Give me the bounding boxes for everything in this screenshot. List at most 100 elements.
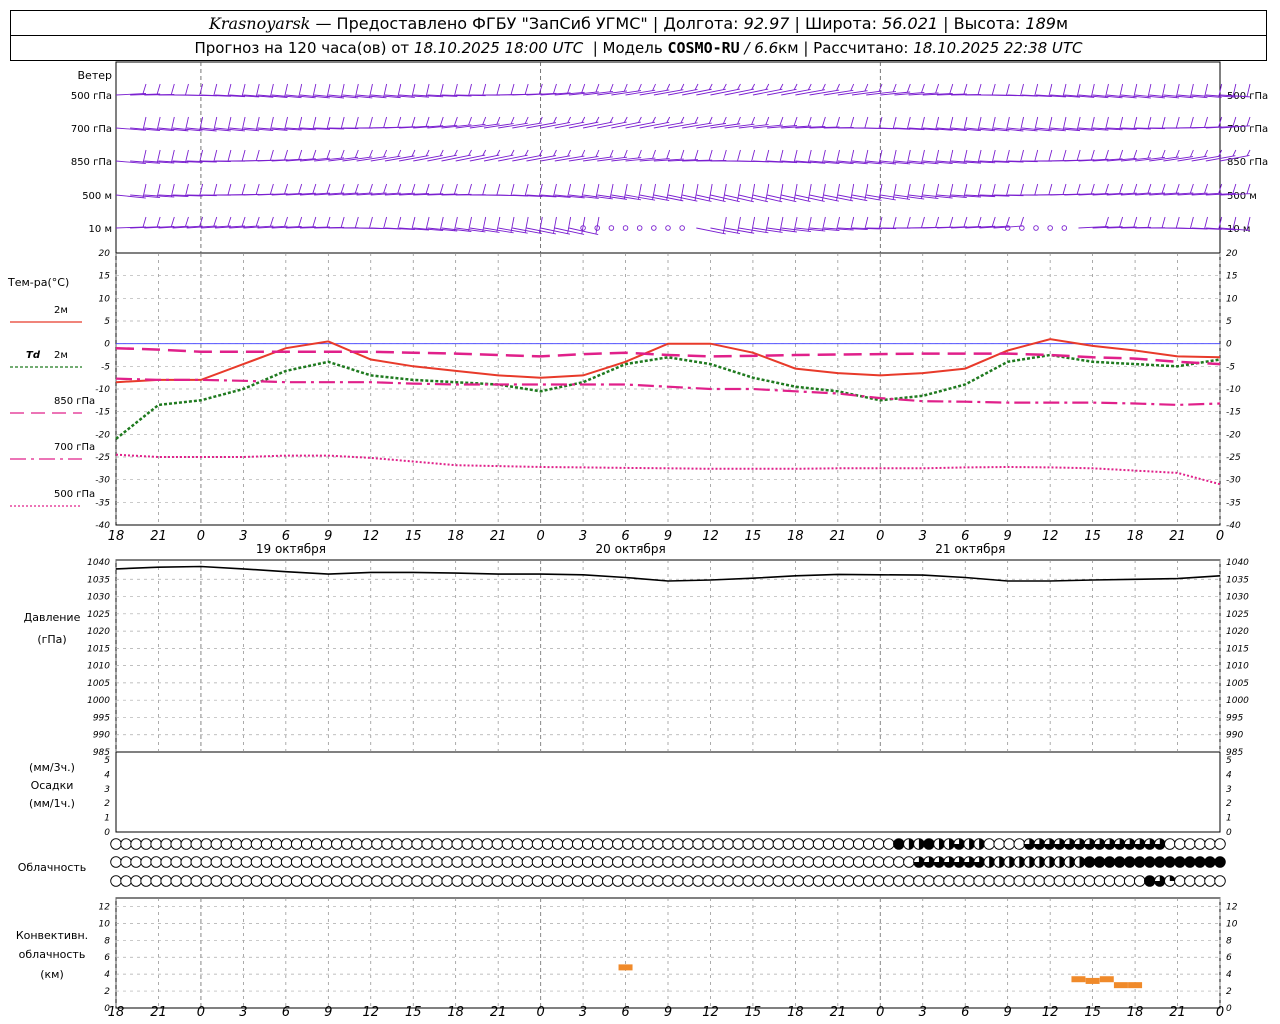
wind-barb-feather <box>821 216 826 231</box>
wind-barb-feather <box>482 116 487 125</box>
wind-calm-circle <box>1061 225 1068 231</box>
wind-barb-feather <box>369 149 373 158</box>
pressure-tick-label-left: 1020 <box>87 627 110 637</box>
wind-calm-circle <box>636 225 643 231</box>
convective-title-3: (км) <box>40 968 64 981</box>
wind-barb-feather <box>1133 83 1138 98</box>
wind-barb-feather <box>354 183 359 194</box>
cloud-cover-circle <box>371 875 383 887</box>
cloud-cover-circle <box>561 856 574 868</box>
temperature-tick-label-left: 20 <box>99 249 111 259</box>
cloud-cover-circle <box>471 838 484 850</box>
cloud-cover-circle <box>893 856 905 868</box>
wind-barb-feather <box>411 149 416 157</box>
wind-barb-shaft <box>752 227 783 233</box>
cloud-cover-circle <box>531 856 544 868</box>
precip-tick-label-right: 3 <box>1226 785 1232 795</box>
cloud-cover-circle <box>190 838 203 850</box>
cloud-cover-circle <box>581 856 594 868</box>
wind-barb-feather <box>567 83 572 94</box>
cloud-cover-circle <box>521 875 534 887</box>
cloud-cover-circle <box>923 875 935 887</box>
day-label: 21 октября <box>935 542 1005 556</box>
cloud-cover-circle <box>1113 875 1126 887</box>
wind-barb-shaft <box>781 194 811 203</box>
pressure-tick-label-left: 1005 <box>87 679 110 689</box>
hour-label: 9 <box>324 1005 332 1020</box>
cloud-cover-circle <box>632 838 644 850</box>
temperature-tick-label-left: 15 <box>99 272 111 282</box>
cloud-cover-circle <box>250 838 263 850</box>
cloud-cover-circle <box>431 838 443 850</box>
wind-barb-feather <box>354 149 359 158</box>
cloud-cover-circle <box>541 856 554 868</box>
precip-tick-label-left: 5 <box>104 756 110 766</box>
cloud-cover-circle <box>591 875 604 887</box>
precip-unit-bottom: (мм/1ч.) <box>29 797 75 810</box>
cloud-cover-circle <box>321 875 333 887</box>
cloud-cover-circle <box>893 875 905 887</box>
wind-barb-feather <box>369 216 373 229</box>
hour-label: 0 <box>197 1005 205 1020</box>
wind-barb-shaft <box>710 194 740 203</box>
cloud-cover-circle <box>852 838 865 850</box>
wind-barb-feather <box>595 83 600 93</box>
cloud-cover-circle <box>501 856 514 868</box>
cloud-cover-circle <box>913 875 925 887</box>
wind-barb-feather <box>496 116 501 125</box>
wind-barb-feather <box>397 116 402 128</box>
cloud-cover-circle <box>712 838 724 850</box>
wind-barb-feather <box>666 149 671 159</box>
cloud-cover-circle <box>1184 856 1196 868</box>
convective-title-2: облачность <box>19 948 86 961</box>
cloud-cover-circle <box>752 856 765 868</box>
wind-barb-feather <box>1062 183 1067 195</box>
wind-barb-shaft <box>568 155 599 162</box>
cloud-cover-circle <box>682 838 694 850</box>
wind-barb-feather <box>185 183 189 197</box>
cloud-cover-circle <box>471 875 484 887</box>
pressure-tick-label-left: 1000 <box>87 696 110 706</box>
wind-barb-feather <box>666 83 671 91</box>
pressure-tick-label-right: 995 <box>1226 713 1243 723</box>
wind-barb-shaft <box>625 121 656 129</box>
cloud-cover-circle <box>250 875 263 887</box>
hour-label: 15 <box>405 529 422 544</box>
temperature-tick-label-right: -10 <box>1226 385 1241 395</box>
cloud-cover-circle <box>672 875 684 887</box>
cloud-cover-circle <box>842 875 855 887</box>
wind-barb-feather <box>185 83 189 96</box>
cloud-cover-circle <box>1033 875 1046 887</box>
cloud-cover-circle <box>1103 875 1116 887</box>
wind-barb-feather <box>1204 116 1208 128</box>
cloud-cover-circle <box>110 856 122 868</box>
cloud-cover-circle <box>612 875 624 887</box>
cloud-cover-circle <box>1214 856 1226 868</box>
cloud-cover-circle <box>391 856 403 868</box>
wind-barb-feather <box>935 83 940 94</box>
cloud-cover-circle <box>642 838 654 850</box>
cloud-cover-circle <box>862 856 875 868</box>
wind-barb-shaft <box>696 122 727 129</box>
cloud-cover-circle <box>652 856 664 868</box>
wind-barb-feather <box>156 83 161 95</box>
cloud-cover-circle <box>230 838 243 850</box>
cloud-cover-circle <box>742 856 755 868</box>
hour-label: 12 <box>362 1005 379 1020</box>
hour-label: 12 <box>362 529 379 544</box>
cloud-cover-circle <box>471 856 484 868</box>
cloud-cover-circle <box>431 856 443 868</box>
wind-barb-feather <box>425 116 430 127</box>
convective-title-1: Конвективн. <box>16 929 88 942</box>
wind-barb-shaft <box>597 121 627 129</box>
cloud-cover-circle <box>280 856 293 868</box>
cloud-cover-circle <box>1013 838 1026 850</box>
wind-barb-feather <box>354 216 359 228</box>
cloud-cover-circle <box>682 875 694 887</box>
wind-barb-feather <box>779 116 784 126</box>
wind-barb-feather <box>892 116 897 129</box>
wind-barb-feather <box>496 183 501 196</box>
wind-barb-feather <box>553 116 557 124</box>
precip-tick-label-left: 2 <box>104 799 110 809</box>
cloud-cover-circle <box>622 838 634 850</box>
